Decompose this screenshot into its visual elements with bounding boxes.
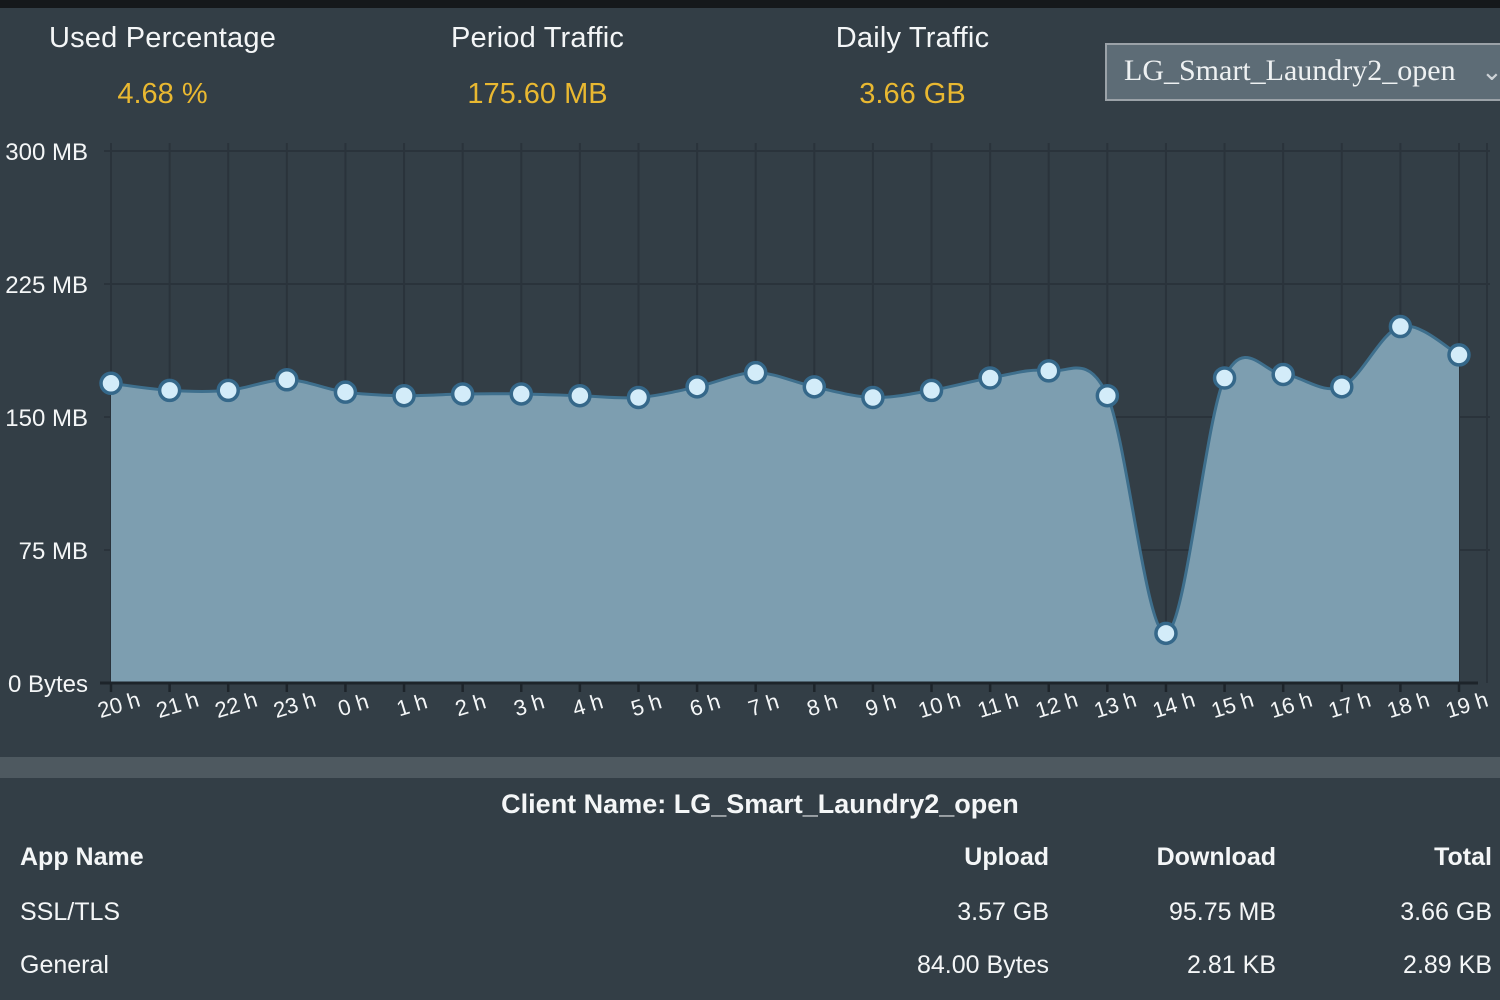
data-point-8h[interactable] <box>804 377 824 397</box>
app-name-cell: SSL/TLS <box>20 898 120 927</box>
table-row: SSL/TLS 3.57 GB 95.75 MB 3.66 GB <box>0 898 1500 938</box>
x-axis-label: 11 h <box>975 687 1022 723</box>
download-cell: 2.81 KB <box>1187 951 1276 980</box>
traffic-area-chart: 0 Bytes 75 MB 150 MB 225 MB 300 MB 20 h 21 h 22… <box>0 0 1500 760</box>
data-point-17h[interactable] <box>1332 377 1352 397</box>
y-axis-label: 225 MB <box>5 272 88 299</box>
data-point-16h[interactable] <box>1273 364 1293 384</box>
data-point-1h[interactable] <box>394 386 414 406</box>
table-row: General 84.00 Bytes 2.81 KB 2.89 KB <box>0 951 1500 991</box>
data-point-11h[interactable] <box>980 368 1000 388</box>
x-axis-label: 1 h <box>394 688 431 721</box>
x-axis-label: 10 h <box>915 687 963 723</box>
x-axis-label: 12 h <box>1032 687 1080 723</box>
total-cell: 3.66 GB <box>1400 898 1492 927</box>
data-point-7h[interactable] <box>746 363 766 383</box>
data-point-9h[interactable] <box>863 387 883 407</box>
download-cell: 95.75 MB <box>1169 898 1276 927</box>
section-divider <box>0 757 1500 778</box>
x-axis-label: 7 h <box>745 688 782 721</box>
data-point-2h[interactable] <box>453 384 473 404</box>
y-axis-label: 75 MB <box>19 538 88 565</box>
data-point-20h[interactable] <box>101 373 121 393</box>
x-axis-label: 17 h <box>1325 687 1373 723</box>
x-axis-label: 15 h <box>1208 687 1256 723</box>
x-axis-label: 23 h <box>271 687 319 723</box>
x-axis-label: 2 h <box>452 688 489 721</box>
data-point-5h[interactable] <box>628 387 648 407</box>
data-point-14h[interactable] <box>1156 623 1176 643</box>
total-cell: 2.89 KB <box>1403 951 1492 980</box>
column-header-upload: Upload <box>964 843 1049 872</box>
data-point-0h[interactable] <box>335 382 355 402</box>
x-axis-label: 3 h <box>511 688 548 721</box>
data-point-3h[interactable] <box>511 384 531 404</box>
data-point-10h[interactable] <box>922 380 942 400</box>
column-header-download: Download <box>1157 843 1276 872</box>
x-axis-label: 9 h <box>862 688 899 721</box>
x-axis-label: 5 h <box>628 688 665 721</box>
data-point-13h[interactable] <box>1097 386 1117 406</box>
x-axis-label: 19 h <box>1443 687 1491 723</box>
x-axis-label: 20 h <box>95 687 143 723</box>
client-name-title: Client Name: LG_Smart_Laundry2_open <box>0 789 1500 820</box>
x-axis-label: 0 h <box>335 688 372 721</box>
data-point-18h[interactable] <box>1390 317 1410 337</box>
x-axis-label: 4 h <box>569 688 606 721</box>
column-header-app-name: App Name <box>20 843 144 872</box>
data-point-12h[interactable] <box>1039 361 1059 381</box>
data-point-15h[interactable] <box>1215 368 1235 388</box>
x-axis-label: 13 h <box>1091 687 1139 723</box>
data-point-22h[interactable] <box>218 380 238 400</box>
x-axis-label: 21 h <box>153 687 201 723</box>
upload-cell: 84.00 Bytes <box>917 951 1049 980</box>
y-axis-label: 150 MB <box>5 405 88 432</box>
x-axis-label: 6 h <box>687 688 724 721</box>
data-point-21h[interactable] <box>160 380 180 400</box>
x-axis-label: 14 h <box>1150 687 1198 723</box>
x-axis-label: 16 h <box>1267 687 1315 723</box>
data-point-23h[interactable] <box>277 370 297 390</box>
x-axis-label: 8 h <box>804 688 841 721</box>
upload-cell: 3.57 GB <box>957 898 1049 927</box>
x-axis-label: 22 h <box>212 687 260 723</box>
x-axis-label: 18 h <box>1384 687 1432 723</box>
app-table-header-row: App Name Upload Download Total <box>0 843 1500 883</box>
y-axis-label: 0 Bytes <box>8 671 88 698</box>
data-point-19h[interactable] <box>1449 345 1469 365</box>
data-point-6h[interactable] <box>687 377 707 397</box>
y-axis-label: 300 MB <box>5 139 88 166</box>
app-name-cell: General <box>20 951 109 980</box>
data-point-4h[interactable] <box>570 386 590 406</box>
column-header-total: Total <box>1434 843 1492 872</box>
